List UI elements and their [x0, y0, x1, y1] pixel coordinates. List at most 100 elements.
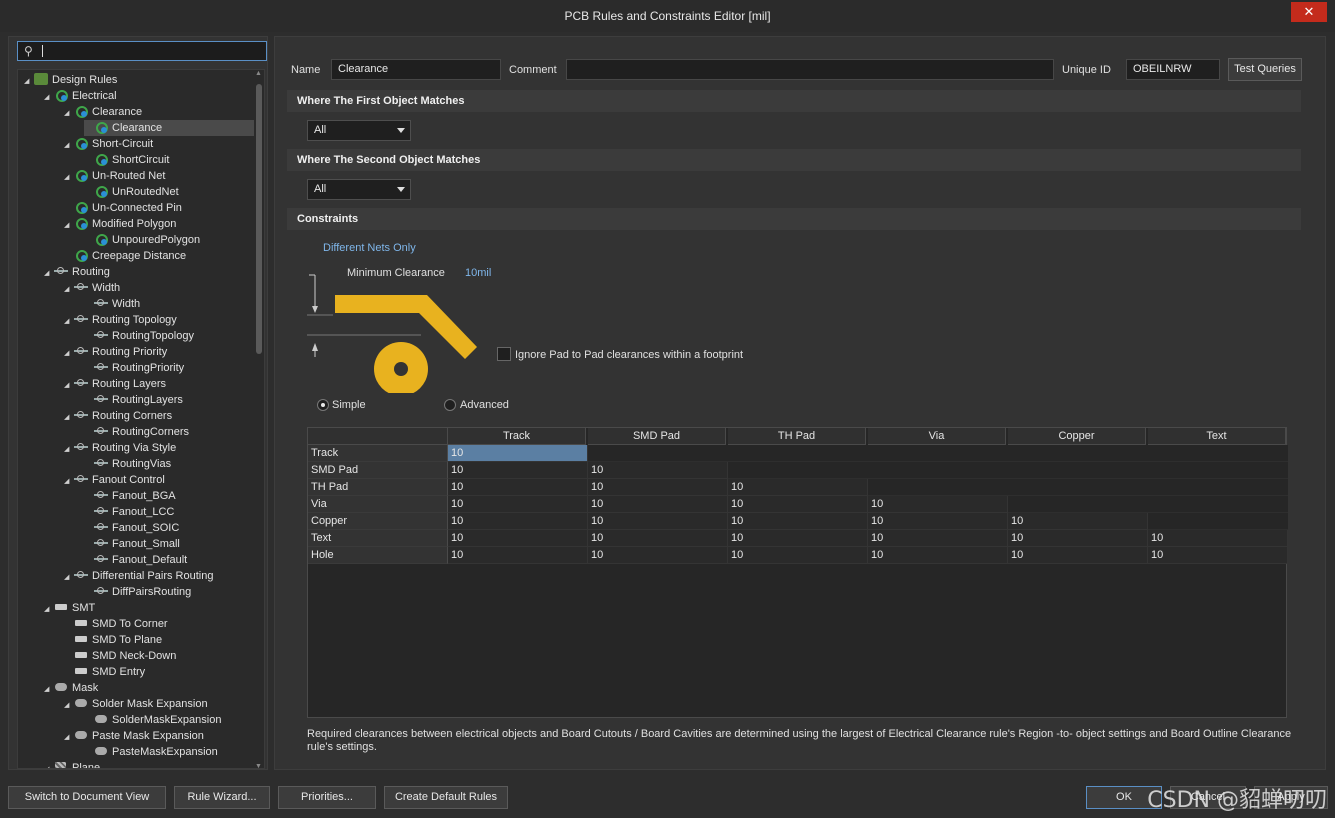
expand-toggle-icon[interactable]: ◢	[44, 602, 54, 618]
tree-item[interactable]: SMD To Plane	[64, 632, 162, 648]
tree-item[interactable]: RoutingVias	[84, 456, 171, 472]
tree-item[interactable]: Fanout_Default	[84, 552, 187, 568]
tree-item[interactable]: ◢ Clearance	[64, 104, 142, 120]
expand-toggle-icon[interactable]: ◢	[64, 442, 74, 458]
tree-item[interactable]: Fanout_LCC	[84, 504, 174, 520]
tree-item[interactable]: ◢ Fanout Control	[64, 472, 165, 488]
matrix-cell[interactable]: 10	[868, 530, 1008, 547]
expand-toggle-icon[interactable]: ◢	[44, 90, 54, 106]
expand-toggle-icon[interactable]: ◢	[64, 170, 74, 186]
tree-item[interactable]: Fanout_BGA	[84, 488, 176, 504]
second-object-dropdown[interactable]: All	[307, 179, 411, 200]
matrix-cell[interactable]: 10	[448, 462, 588, 479]
matrix-cell[interactable]: 10	[588, 530, 728, 547]
tree-item[interactable]: ◢ Routing Via Style	[64, 440, 176, 456]
ignore-pad-checkbox[interactable]	[497, 347, 511, 361]
tree-item[interactable]: RoutingLayers	[84, 392, 183, 408]
expand-toggle-icon[interactable]: ◢	[64, 730, 74, 746]
tree-item[interactable]: ◢ Routing	[44, 264, 110, 280]
tree-item[interactable]: Un-Connected Pin	[64, 200, 182, 216]
matrix-cell[interactable]: 10	[868, 496, 1008, 513]
matrix-cell[interactable]: 10	[728, 547, 868, 564]
name-field[interactable]: Clearance	[331, 59, 501, 80]
simple-radio[interactable]	[317, 399, 329, 411]
expand-toggle-icon[interactable]: ◢	[64, 314, 74, 330]
tree-item[interactable]: ShortCircuit	[84, 152, 169, 168]
tree-item[interactable]: SMD Neck-Down	[64, 648, 176, 664]
matrix-cell[interactable]: 10	[728, 530, 868, 547]
tree-item[interactable]: RoutingPriority	[84, 360, 184, 376]
tree-item[interactable]: ◢ SMT	[44, 600, 95, 616]
matrix-cell[interactable]: 10	[1008, 530, 1148, 547]
search-input[interactable]: ⚲	[17, 41, 267, 61]
create-default-rules-button[interactable]: Create Default Rules	[384, 786, 508, 809]
close-button[interactable]: ✕	[1291, 2, 1327, 22]
first-object-dropdown[interactable]: All	[307, 120, 411, 141]
matrix-cell[interactable]: 10	[448, 513, 588, 530]
matrix-cell[interactable]: 10	[868, 513, 1008, 530]
matrix-cell[interactable]: 10	[728, 479, 868, 496]
tree-item[interactable]: ◢ Un-Routed Net	[64, 168, 165, 184]
tree-item[interactable]: ◢ Design Rules	[24, 72, 117, 88]
tree-item[interactable]: SMD To Corner	[64, 616, 168, 632]
tree-item[interactable]: ◢ Routing Priority	[64, 344, 167, 360]
tree-item[interactable]: ◢ Short-Circuit	[64, 136, 153, 152]
tree-item[interactable]: Fanout_SOIC	[84, 520, 179, 536]
matrix-cell[interactable]: 10	[728, 513, 868, 530]
matrix-cell[interactable]: 10	[448, 479, 588, 496]
matrix-cell[interactable]: 10	[448, 496, 588, 513]
matrix-cell[interactable]: 10	[728, 496, 868, 513]
matrix-cell[interactable]: 10	[448, 530, 588, 547]
scrollbar-thumb[interactable]	[256, 84, 262, 354]
tree-item[interactable]: ◢ Solder Mask Expansion	[64, 696, 208, 712]
tree-item[interactable]: ◢ Routing Topology	[64, 312, 177, 328]
matrix-cell[interactable]: 10	[448, 547, 588, 564]
expand-toggle-icon[interactable]: ◢	[64, 570, 74, 586]
tree-item[interactable]: Clearance	[84, 120, 254, 136]
tree-item[interactable]: ◢ Modified Polygon	[64, 216, 176, 232]
rules-tree[interactable]: ▲ ▼ ◢ Design Rules ◢ Electrical ◢ Clearance Cl…	[17, 69, 265, 769]
scroll-down-icon[interactable]: ▼	[255, 763, 262, 768]
tree-item[interactable]: UnpouredPolygon	[84, 232, 200, 248]
priorities-button[interactable]: Priorities...	[278, 786, 376, 809]
expand-toggle-icon[interactable]: ◢	[64, 106, 74, 122]
test-queries-button[interactable]: Test Queries	[1228, 58, 1302, 81]
unique-id-field[interactable]: OBEILNRW	[1126, 59, 1220, 80]
tree-item[interactable]: Fanout_Small	[84, 536, 180, 552]
expand-toggle-icon[interactable]: ◢	[24, 74, 34, 90]
tree-item[interactable]: ◢ Width	[64, 280, 120, 296]
tree-item[interactable]: PasteMaskExpansion	[84, 744, 218, 760]
matrix-cell[interactable]: 10	[588, 462, 728, 479]
scroll-up-icon[interactable]: ▲	[255, 70, 262, 77]
matrix-cell[interactable]: 10	[1008, 547, 1148, 564]
tree-item[interactable]: RoutingCorners	[84, 424, 189, 440]
tree-item[interactable]: UnRoutedNet	[84, 184, 179, 200]
expand-toggle-icon[interactable]: ◢	[64, 346, 74, 362]
matrix-cell[interactable]: 10	[588, 496, 728, 513]
advanced-radio[interactable]	[444, 399, 456, 411]
expand-toggle-icon[interactable]: ◢	[44, 266, 54, 282]
matrix-cell[interactable]: 10	[588, 513, 728, 530]
matrix-cell[interactable]: 10	[868, 547, 1008, 564]
matrix-cell[interactable]: 10	[1148, 530, 1288, 547]
switch-to-document-view-button[interactable]: Switch to Document View	[8, 786, 166, 809]
expand-toggle-icon[interactable]: ◢	[64, 282, 74, 298]
tree-item[interactable]: DiffPairsRouting	[84, 584, 191, 600]
matrix-cell[interactable]: 10	[588, 547, 728, 564]
tree-item[interactable]: ◢ Routing Layers	[64, 376, 166, 392]
tree-item[interactable]: ◢ Differential Pairs Routing	[64, 568, 213, 584]
clearance-matrix[interactable]: Track SMD Pad TH Pad Via Copper Text Track 10 SM…	[307, 427, 1288, 718]
matrix-cell[interactable]: 10	[588, 479, 728, 496]
tree-scrollbar[interactable]: ▲ ▼	[255, 70, 262, 768]
matrix-cell[interactable]: 10	[448, 445, 588, 462]
tree-item[interactable]: RoutingTopology	[84, 328, 194, 344]
rule-wizard-button[interactable]: Rule Wizard...	[174, 786, 270, 809]
tree-item[interactable]: Width	[84, 296, 140, 312]
matrix-cell[interactable]: 10	[1008, 513, 1148, 530]
tree-item[interactable]: SMD Entry	[64, 664, 145, 680]
expand-toggle-icon[interactable]: ◢	[64, 138, 74, 154]
tree-item[interactable]: Creepage Distance	[64, 248, 186, 264]
expand-toggle-icon[interactable]: ◢	[64, 474, 74, 490]
expand-toggle-icon[interactable]: ◢	[64, 218, 74, 234]
comment-field[interactable]	[566, 59, 1054, 80]
